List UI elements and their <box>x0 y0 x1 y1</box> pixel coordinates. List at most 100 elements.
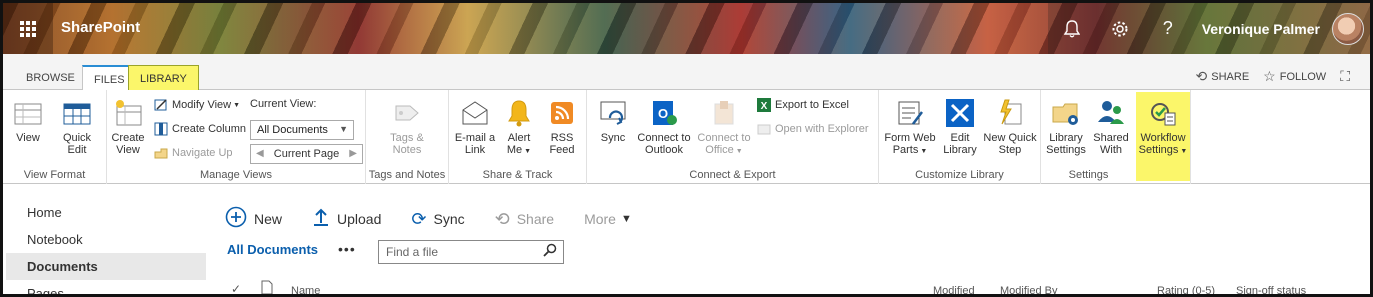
checkmark-icon[interactable]: ✓ <box>231 282 241 294</box>
page-prev-icon[interactable]: ◀ <box>256 148 264 159</box>
column-rating[interactable]: Rating (0-5) <box>1157 285 1215 294</box>
app-title[interactable]: SharePoint <box>61 19 140 36</box>
focus-button[interactable]: ⛶ <box>1340 68 1354 85</box>
connect-office-label-2: Office <box>705 144 734 156</box>
new-button[interactable]: New <box>225 206 282 233</box>
column-signoff-status[interactable]: Sign-off status <box>1236 285 1306 294</box>
library-settings-label-2: Settings <box>1046 144 1086 156</box>
create-view-button[interactable]: Create View <box>109 98 147 156</box>
tab-browse[interactable]: BROWSE <box>15 65 86 90</box>
email-link-button[interactable]: E-mail a Link <box>453 98 497 156</box>
edit-library-label-1: Edit <box>950 132 970 144</box>
group-customize-library: Form Web Parts ▼ Edit Library New Quick S… <box>879 90 1041 184</box>
group-label-manage-views: Manage Views <box>200 169 272 181</box>
group-settings: Library Settings Shared With Workflow Se… <box>1041 90 1191 184</box>
group-label-tags-notes: Tags and Notes <box>368 169 446 181</box>
bell-icon[interactable] <box>1048 3 1096 54</box>
email-link-label-2: Link <box>464 144 486 156</box>
tags-notes-label-1: Tags & <box>390 132 424 144</box>
current-page-label: Current Page <box>273 148 340 160</box>
email-link-label-1: E-mail a <box>454 132 496 144</box>
waffle-icon[interactable] <box>3 3 53 54</box>
open-explorer-button[interactable]: Open with Explorer <box>757 122 869 136</box>
upload-button[interactable]: Upload <box>312 207 381 232</box>
quick-edit-button[interactable]: Quick Edit <box>55 98 99 156</box>
group-share-track: E-mail a Link Alert Me ▼ RSS Feed Share &… <box>449 90 587 184</box>
navigate-up-icon <box>154 146 168 160</box>
new-quick-step-label-2: Step <box>998 144 1022 156</box>
column-name[interactable]: Name <box>291 285 320 294</box>
outlook-icon: O <box>649 98 679 128</box>
view-icon <box>13 98 43 128</box>
connect-office-button[interactable]: Connect to Office ▼ <box>695 98 753 158</box>
help-icon[interactable]: ? <box>1144 3 1192 54</box>
column-header-row: ✓ Name Modified Modified By Rating (0-5)… <box>3 279 1370 294</box>
view-button[interactable]: View <box>9 98 47 144</box>
share-arrows-icon: ⟲ <box>494 208 510 229</box>
sync-button[interactable]: ⟳ Sync <box>411 209 464 230</box>
alert-me-label-1: Alert <box>507 132 531 144</box>
library-settings-button[interactable]: Library Settings <box>1043 98 1089 156</box>
page-next-icon[interactable]: ▶ <box>349 148 357 159</box>
nav-item-home[interactable]: Home <box>6 199 206 226</box>
file-type-icon[interactable] <box>261 280 273 294</box>
sync-ribbon-button[interactable]: Sync <box>595 98 631 144</box>
tags-notes-button[interactable]: Tags & Notes <box>384 98 430 156</box>
svg-text:X: X <box>761 101 768 112</box>
tags-notes-label-2: Notes <box>392 144 422 156</box>
view-selector[interactable]: All Documents <box>227 242 318 257</box>
shared-with-label-1: Shared <box>1093 132 1129 144</box>
create-column-button[interactable]: Create Column <box>154 122 246 136</box>
more-button[interactable]: More ▼ <box>584 211 632 227</box>
page-actions: ⟲ SHARE ☆ FOLLOW ⛶ <box>1182 68 1354 85</box>
edit-library-icon <box>945 98 975 128</box>
search-input[interactable]: Find a file <box>378 240 564 264</box>
tab-library[interactable]: LIBRARY <box>128 65 199 91</box>
connect-office-label-1: Connect to <box>697 132 751 144</box>
search-icon[interactable] <box>543 243 557 260</box>
form-web-parts-icon <box>895 98 925 128</box>
form-web-parts-button[interactable]: Form Web Parts ▼ <box>881 98 939 158</box>
navigate-up-label: Navigate Up <box>172 147 233 159</box>
rss-feed-button[interactable]: RSS Feed <box>543 98 581 156</box>
user-name[interactable]: Veronique Palmer <box>1192 21 1332 37</box>
chevron-down-icon: ▼ <box>524 148 532 155</box>
create-view-label-2: View <box>116 144 140 156</box>
ribbon: View Quick Edit View Format Create View <box>3 90 1370 184</box>
plus-icon <box>225 206 247 233</box>
edit-library-button[interactable]: Edit Library <box>939 98 981 156</box>
create-column-label: Create Column <box>172 123 246 135</box>
alert-me-button[interactable]: Alert Me ▼ <box>501 98 537 158</box>
current-page-pager[interactable]: ◀ Current Page ▶ <box>250 144 363 164</box>
connect-outlook-button[interactable]: O Connect to Outlook <box>635 98 693 156</box>
modify-view-label: Modify View <box>172 99 232 111</box>
suite-right-area: ? Veronique Palmer <box>1047 3 1370 54</box>
column-modified[interactable]: Modified <box>933 285 975 294</box>
workflow-settings-button[interactable]: Workflow Settings ▼ <box>1136 98 1190 158</box>
view-more-ellipsis[interactable]: ••• <box>338 241 356 257</box>
current-view-select[interactable]: All Documents ▼ <box>250 120 354 140</box>
share-button[interactable]: ⟲ SHARE <box>1196 68 1250 85</box>
share-command-label: Share <box>516 211 555 227</box>
navigate-up-button[interactable]: Navigate Up <box>154 146 233 160</box>
people-icon <box>1096 98 1126 128</box>
chevron-down-icon: ▼ <box>339 124 348 134</box>
shared-with-button[interactable]: Shared With <box>1091 98 1131 156</box>
chevron-down-icon: ▼ <box>233 101 241 109</box>
sync-ribbon-label: Sync <box>600 132 626 144</box>
nav-item-notebook[interactable]: Notebook <box>6 226 206 253</box>
follow-button[interactable]: ☆ FOLLOW <box>1263 68 1326 85</box>
gear-icon[interactable] <box>1096 3 1144 54</box>
modify-view-button[interactable]: Modify View ▼ <box>154 98 240 112</box>
export-excel-button[interactable]: X Export to Excel <box>757 98 849 112</box>
avatar[interactable] <box>1332 12 1364 45</box>
share-command-button[interactable]: ⟲ Share <box>495 209 554 230</box>
library-settings-label-1: Library <box>1049 132 1083 144</box>
group-label-settings: Settings <box>1068 169 1109 181</box>
chevron-down-icon: ▼ <box>620 213 632 225</box>
quick-edit-icon <box>62 98 92 128</box>
nav-item-documents[interactable]: Documents <box>6 253 206 280</box>
excel-icon: X <box>757 98 771 112</box>
column-modified-by[interactable]: Modified By <box>1000 285 1057 294</box>
new-quick-step-button[interactable]: New Quick Step <box>981 98 1039 156</box>
